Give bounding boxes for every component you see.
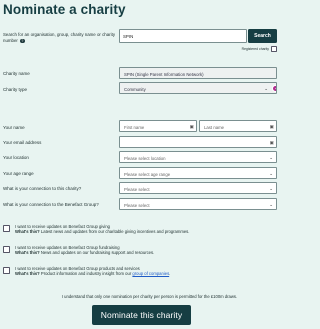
charity-name-value: SPIN (Single Parent Information Network) — [124, 71, 204, 77]
charity-type-select[interactable]: Community ⌄ — [119, 82, 277, 94]
consent-products-checkbox[interactable] — [3, 267, 10, 274]
whats-this-label: What's this? — [15, 271, 40, 277]
charity-name-field: SPIN (Single Parent Information Network) — [119, 67, 277, 79]
consent-fundraising-title: I want to receive updates on Benefact Gr… — [15, 245, 120, 250]
last-name-input[interactable]: Last name ▣ — [199, 120, 277, 132]
search-label: Search for an organisation, group, chari… — [3, 32, 118, 44]
email-input[interactable]: ▣ — [119, 136, 277, 148]
connection-group-value: Please select — [124, 202, 150, 208]
help-icon[interactable]: ? — [20, 38, 25, 44]
chevron-down-icon: ⌄ — [264, 85, 268, 91]
consent-products-description: Product information and industry insight… — [40, 271, 132, 277]
charity-name-label: Charity name — [3, 71, 30, 76]
location-label: Your location — [3, 155, 29, 160]
consent-products-title: I want to receive updates on Benefact Gr… — [15, 266, 140, 271]
location-value: Please select location — [124, 155, 166, 161]
registered-charity-checkbox[interactable] — [271, 45, 277, 52]
last-name-placeholder: Last name — [204, 124, 225, 130]
email-label: Your email address — [3, 140, 42, 145]
dropdown-caret-icon[interactable] — [272, 84, 276, 92]
consent-fundraising-description: News and updates on our fundraising supp… — [40, 250, 155, 256]
charity-type-label: Charity type — [3, 87, 28, 92]
contact-card-icon: ▣ — [189, 124, 194, 129]
chevron-down-icon: ⌄ — [269, 154, 273, 160]
location-select[interactable]: Please select location ⌄ — [119, 151, 277, 163]
chevron-down-icon: ⌄ — [269, 185, 273, 191]
consent-giving-text: I want to receive updates on Benefact Gr… — [15, 224, 285, 235]
connection-charity-select[interactable]: Please select ⌄ — [119, 182, 277, 194]
search-input[interactable]: SPIN — [119, 29, 247, 43]
age-range-label: Your age range — [3, 171, 34, 176]
connection-charity-value: Please select — [124, 186, 150, 192]
registered-charity-label: Registered charity — [241, 47, 269, 51]
whats-this-label: What's this? — [15, 250, 40, 256]
group-of-companies-link[interactable]: group of companies — [132, 271, 169, 276]
your-name-label: Your name — [3, 125, 25, 130]
connection-group-select[interactable]: Please select ⌄ — [119, 198, 277, 210]
contact-card-icon: ▣ — [269, 124, 274, 129]
consent-giving-description: Latest news and updates from our charita… — [40, 229, 190, 235]
chevron-down-icon: ⌄ — [269, 201, 273, 207]
consent-products-text: I want to receive updates on Benefact Gr… — [15, 266, 285, 277]
consent-giving-title: I want to receive updates on Benefact Gr… — [15, 224, 110, 229]
consent-products-suffix: . — [169, 271, 171, 277]
first-name-placeholder: First name — [124, 124, 145, 130]
connection-group-label: What is your connection to the Benefact … — [3, 202, 99, 207]
nomination-footnote: I understand that only one nomination pe… — [61, 294, 238, 299]
consent-fundraising-checkbox[interactable] — [3, 246, 10, 253]
chevron-down-icon: ⌄ — [269, 170, 273, 176]
nominate-submit-button[interactable]: Nominate this charity — [92, 305, 191, 325]
nominate-charity-page: Nominate a charity Search for an organis… — [0, 0, 299, 329]
first-name-input[interactable]: First name ▣ — [119, 120, 197, 132]
charity-type-value: Community — [124, 86, 146, 92]
connection-charity-label: What is your connection to this charity? — [3, 186, 82, 191]
contact-card-icon: ▣ — [269, 140, 274, 145]
search-button[interactable]: Search — [248, 29, 277, 43]
whats-this-label: What's this? — [15, 229, 40, 235]
consent-fundraising-text: I want to receive updates on Benefact Gr… — [15, 245, 285, 256]
consent-giving-checkbox[interactable] — [3, 225, 10, 232]
page-title: Nominate a charity — [3, 2, 126, 17]
age-range-value: Please select age range — [124, 171, 171, 177]
age-range-select[interactable]: Please select age range ⌄ — [119, 167, 277, 179]
